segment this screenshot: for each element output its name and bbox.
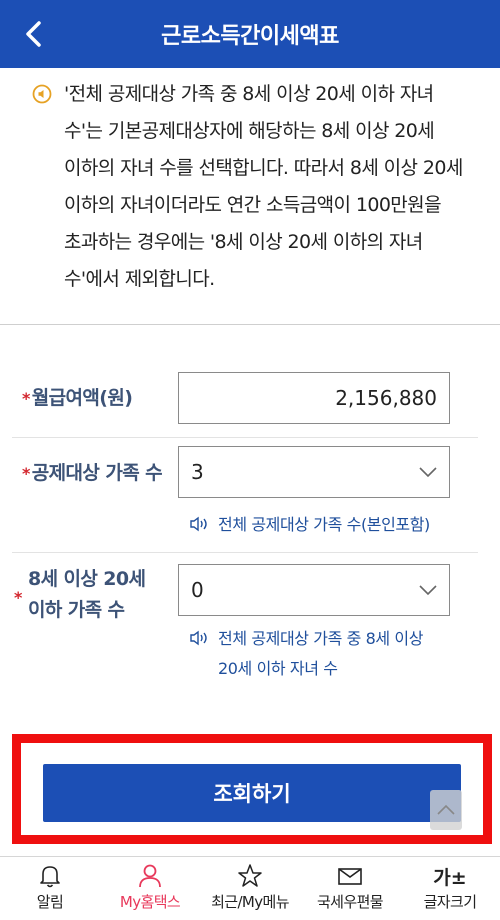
chevron-up-icon [437,804,455,815]
required-mark: * [14,588,23,607]
bottom-tab-bar: 알림 My홈택스 최근/My메뉴 국세우편물 가± 글자크기 [0,856,500,920]
children-count-value: 0 [191,578,204,602]
tab-recent-my-menu[interactable]: 최근/My메뉴 [200,857,300,920]
tab-alerts[interactable]: 알림 [0,857,100,920]
person-icon [136,863,164,889]
family-count-select[interactable]: 3 [178,446,450,498]
font-size-icon: 가± [433,866,467,889]
children-label: 8세 이상 20세 이하 가족 수 [28,568,146,621]
tab-tax-mail[interactable]: 국세우편물 [300,857,400,920]
required-mark: * [22,464,30,483]
children-hint[interactable]: 전체 공제대상 가족 중 8세 이상 20세 이하 자녀 수 [190,624,423,684]
bell-icon [36,863,64,889]
app-header: 근로소득간이세액표 [0,0,500,68]
page-title: 근로소득간이세액표 [161,24,339,49]
required-mark: * [22,389,30,408]
divider [0,324,500,325]
salary-input[interactable]: 2,156,880 [178,372,450,424]
notice-text: '전체 공제대상 가족 중 8세 이상 20세 이하 자녀 수'는 기본공제대상… [64,83,463,290]
speaker-info-icon [32,84,52,104]
row-divider [12,552,478,553]
family-count-value: 3 [191,460,204,484]
chevron-left-icon [26,21,41,47]
family-label: * 공제대상 가족 수 [22,462,163,484]
scroll-top-button[interactable] [430,790,462,830]
chevron-down-icon [419,585,437,596]
chevron-down-icon [419,467,437,478]
tab-my-hometax[interactable]: My홈택스 [100,857,200,920]
star-icon [236,863,264,889]
row-divider [12,437,478,438]
salary-label: * 월급여액(원) [22,387,133,409]
speaker-icon [190,516,207,532]
family-hint[interactable]: 전체 공제대상 가족 수(본인포함) [190,510,430,540]
search-button[interactable]: 조회하기 [43,764,461,822]
children-count-select[interactable]: 0 [178,564,450,616]
highlight-frame: 조회하기 [12,734,492,844]
back-button[interactable] [18,18,50,50]
tab-font-size[interactable]: 가± 글자크기 [400,857,500,920]
notice-box: '전체 공제대상 가족 중 8세 이상 20세 이하 자녀 수'는 기본공제대상… [32,76,474,298]
mail-icon [336,863,364,889]
speaker-icon [190,630,207,646]
